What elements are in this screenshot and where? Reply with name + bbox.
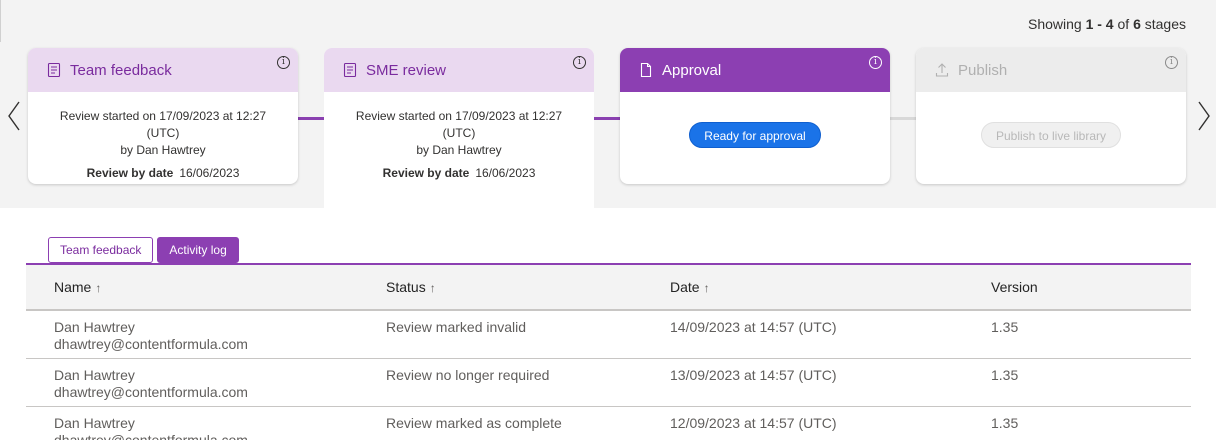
user-cell: Dan Hawtrey dhawtrey@contentformula.com bbox=[54, 367, 248, 400]
status-cell: Review marked invalid bbox=[386, 319, 527, 335]
stage-header: Approval i bbox=[620, 48, 890, 92]
status-cell: Review marked as complete bbox=[386, 415, 562, 431]
chevron-right-icon bbox=[1198, 101, 1210, 131]
stage-title: Approval bbox=[662, 61, 722, 79]
info-icon[interactable]: i bbox=[1165, 56, 1178, 69]
version-cell: 1.35 bbox=[991, 367, 1019, 383]
review-started-text: Review started on 17/09/2023 at 12:27 (U… bbox=[355, 109, 563, 140]
table-row: Dan Hawtrey dhawtrey@contentformula.com R… bbox=[26, 359, 1191, 407]
stage-title: Publish bbox=[958, 61, 1008, 79]
review-by-date: Review by date 16/06/2023 bbox=[382, 166, 536, 180]
version-cell: 1.35 bbox=[991, 319, 1019, 335]
stage-details: Ready for approval bbox=[620, 92, 890, 148]
reviewer-text: by Dan Hawtrey bbox=[416, 143, 502, 157]
reviewer-text: by Dan Hawtrey bbox=[120, 143, 206, 157]
stage-title: SME review bbox=[366, 61, 447, 79]
info-icon[interactable]: i bbox=[869, 56, 882, 69]
stage-details: Review started on 17/09/2023 at 12:27 (U… bbox=[28, 92, 298, 182]
activity-log-table: Name ↑ Status ↑ Date ↑ Version Dan Hawtrey d… bbox=[26, 265, 1191, 440]
stage-connector bbox=[298, 117, 324, 120]
stage-connector bbox=[890, 117, 916, 120]
sort-arrow-icon: ↑ bbox=[95, 281, 102, 295]
stage-detail-panel: Team feedback Activity log Name ↑ Status ↑… bbox=[0, 208, 1216, 440]
table-row: Dan Hawtrey dhawtrey@contentformula.com R… bbox=[26, 311, 1191, 359]
sort-arrow-icon: ↑ bbox=[703, 281, 710, 295]
info-icon[interactable]: i bbox=[573, 56, 586, 69]
table-row: Dan Hawtrey dhawtrey@contentformula.com R… bbox=[26, 407, 1191, 440]
checklist-icon bbox=[342, 62, 358, 78]
tab-activity-log[interactable]: Activity log bbox=[157, 237, 239, 263]
status-cell: Review no longer required bbox=[386, 367, 550, 383]
date-cell: 12/09/2023 at 14:57 (UTC) bbox=[670, 415, 837, 431]
table-header: Name ↑ Status ↑ Date ↑ Version bbox=[26, 265, 1191, 311]
user-cell: Dan Hawtrey dhawtrey@contentformula.com bbox=[54, 319, 248, 352]
ready-for-approval-button[interactable]: Ready for approval bbox=[689, 122, 821, 148]
column-header-status[interactable]: Status ↑ bbox=[386, 279, 436, 295]
review-by-date: Review by date 16/06/2023 bbox=[86, 166, 240, 180]
stage-header: SME review i bbox=[324, 48, 594, 92]
stage-card-publish[interactable]: Publish i Publish to live library bbox=[916, 48, 1186, 184]
column-header-date[interactable]: Date ↑ bbox=[670, 279, 710, 295]
version-cell: 1.35 bbox=[991, 415, 1019, 431]
next-stages-button[interactable] bbox=[1194, 96, 1214, 136]
stage-header: Team feedback i bbox=[28, 48, 298, 92]
stage-count-label: Showing 1 - 4 of 6 stages bbox=[1027, 16, 1186, 32]
stage-card-sme-review[interactable]: SME review i Review started on 17/09/202… bbox=[324, 48, 594, 210]
chevron-left-icon bbox=[8, 101, 20, 131]
review-started-text: Review started on 17/09/2023 at 12:27 (U… bbox=[59, 109, 267, 140]
column-header-version: Version bbox=[991, 279, 1038, 295]
stage-card-approval[interactable]: Approval i Ready for approval bbox=[620, 48, 890, 184]
date-cell: 13/09/2023 at 14:57 (UTC) bbox=[670, 367, 837, 383]
panel-tabs: Team feedback Activity log bbox=[48, 237, 243, 263]
stage-card-team-feedback[interactable]: Team feedback i Review started on 17/09/… bbox=[28, 48, 298, 184]
stage-details: Review started on 17/09/2023 at 12:27 (U… bbox=[324, 92, 594, 182]
column-header-name[interactable]: Name ↑ bbox=[54, 279, 101, 295]
stage-header: Publish i bbox=[916, 48, 1186, 92]
stage-title: Team feedback bbox=[70, 61, 172, 79]
sort-arrow-icon: ↑ bbox=[429, 281, 436, 295]
left-edge-divider bbox=[0, 0, 1, 42]
stage-details: Publish to live library bbox=[916, 92, 1186, 148]
checklist-icon bbox=[46, 62, 62, 78]
upload-icon bbox=[934, 62, 950, 78]
document-icon bbox=[638, 62, 654, 78]
tab-team-feedback[interactable]: Team feedback bbox=[48, 237, 154, 263]
date-cell: 14/09/2023 at 14:57 (UTC) bbox=[670, 319, 837, 335]
previous-stages-button[interactable] bbox=[4, 96, 24, 136]
user-cell: Dan Hawtrey dhawtrey@contentformula.com bbox=[54, 415, 248, 440]
stage-connector bbox=[594, 117, 620, 120]
info-icon[interactable]: i bbox=[277, 56, 290, 69]
publish-to-live-library-button[interactable]: Publish to live library bbox=[980, 122, 1122, 148]
